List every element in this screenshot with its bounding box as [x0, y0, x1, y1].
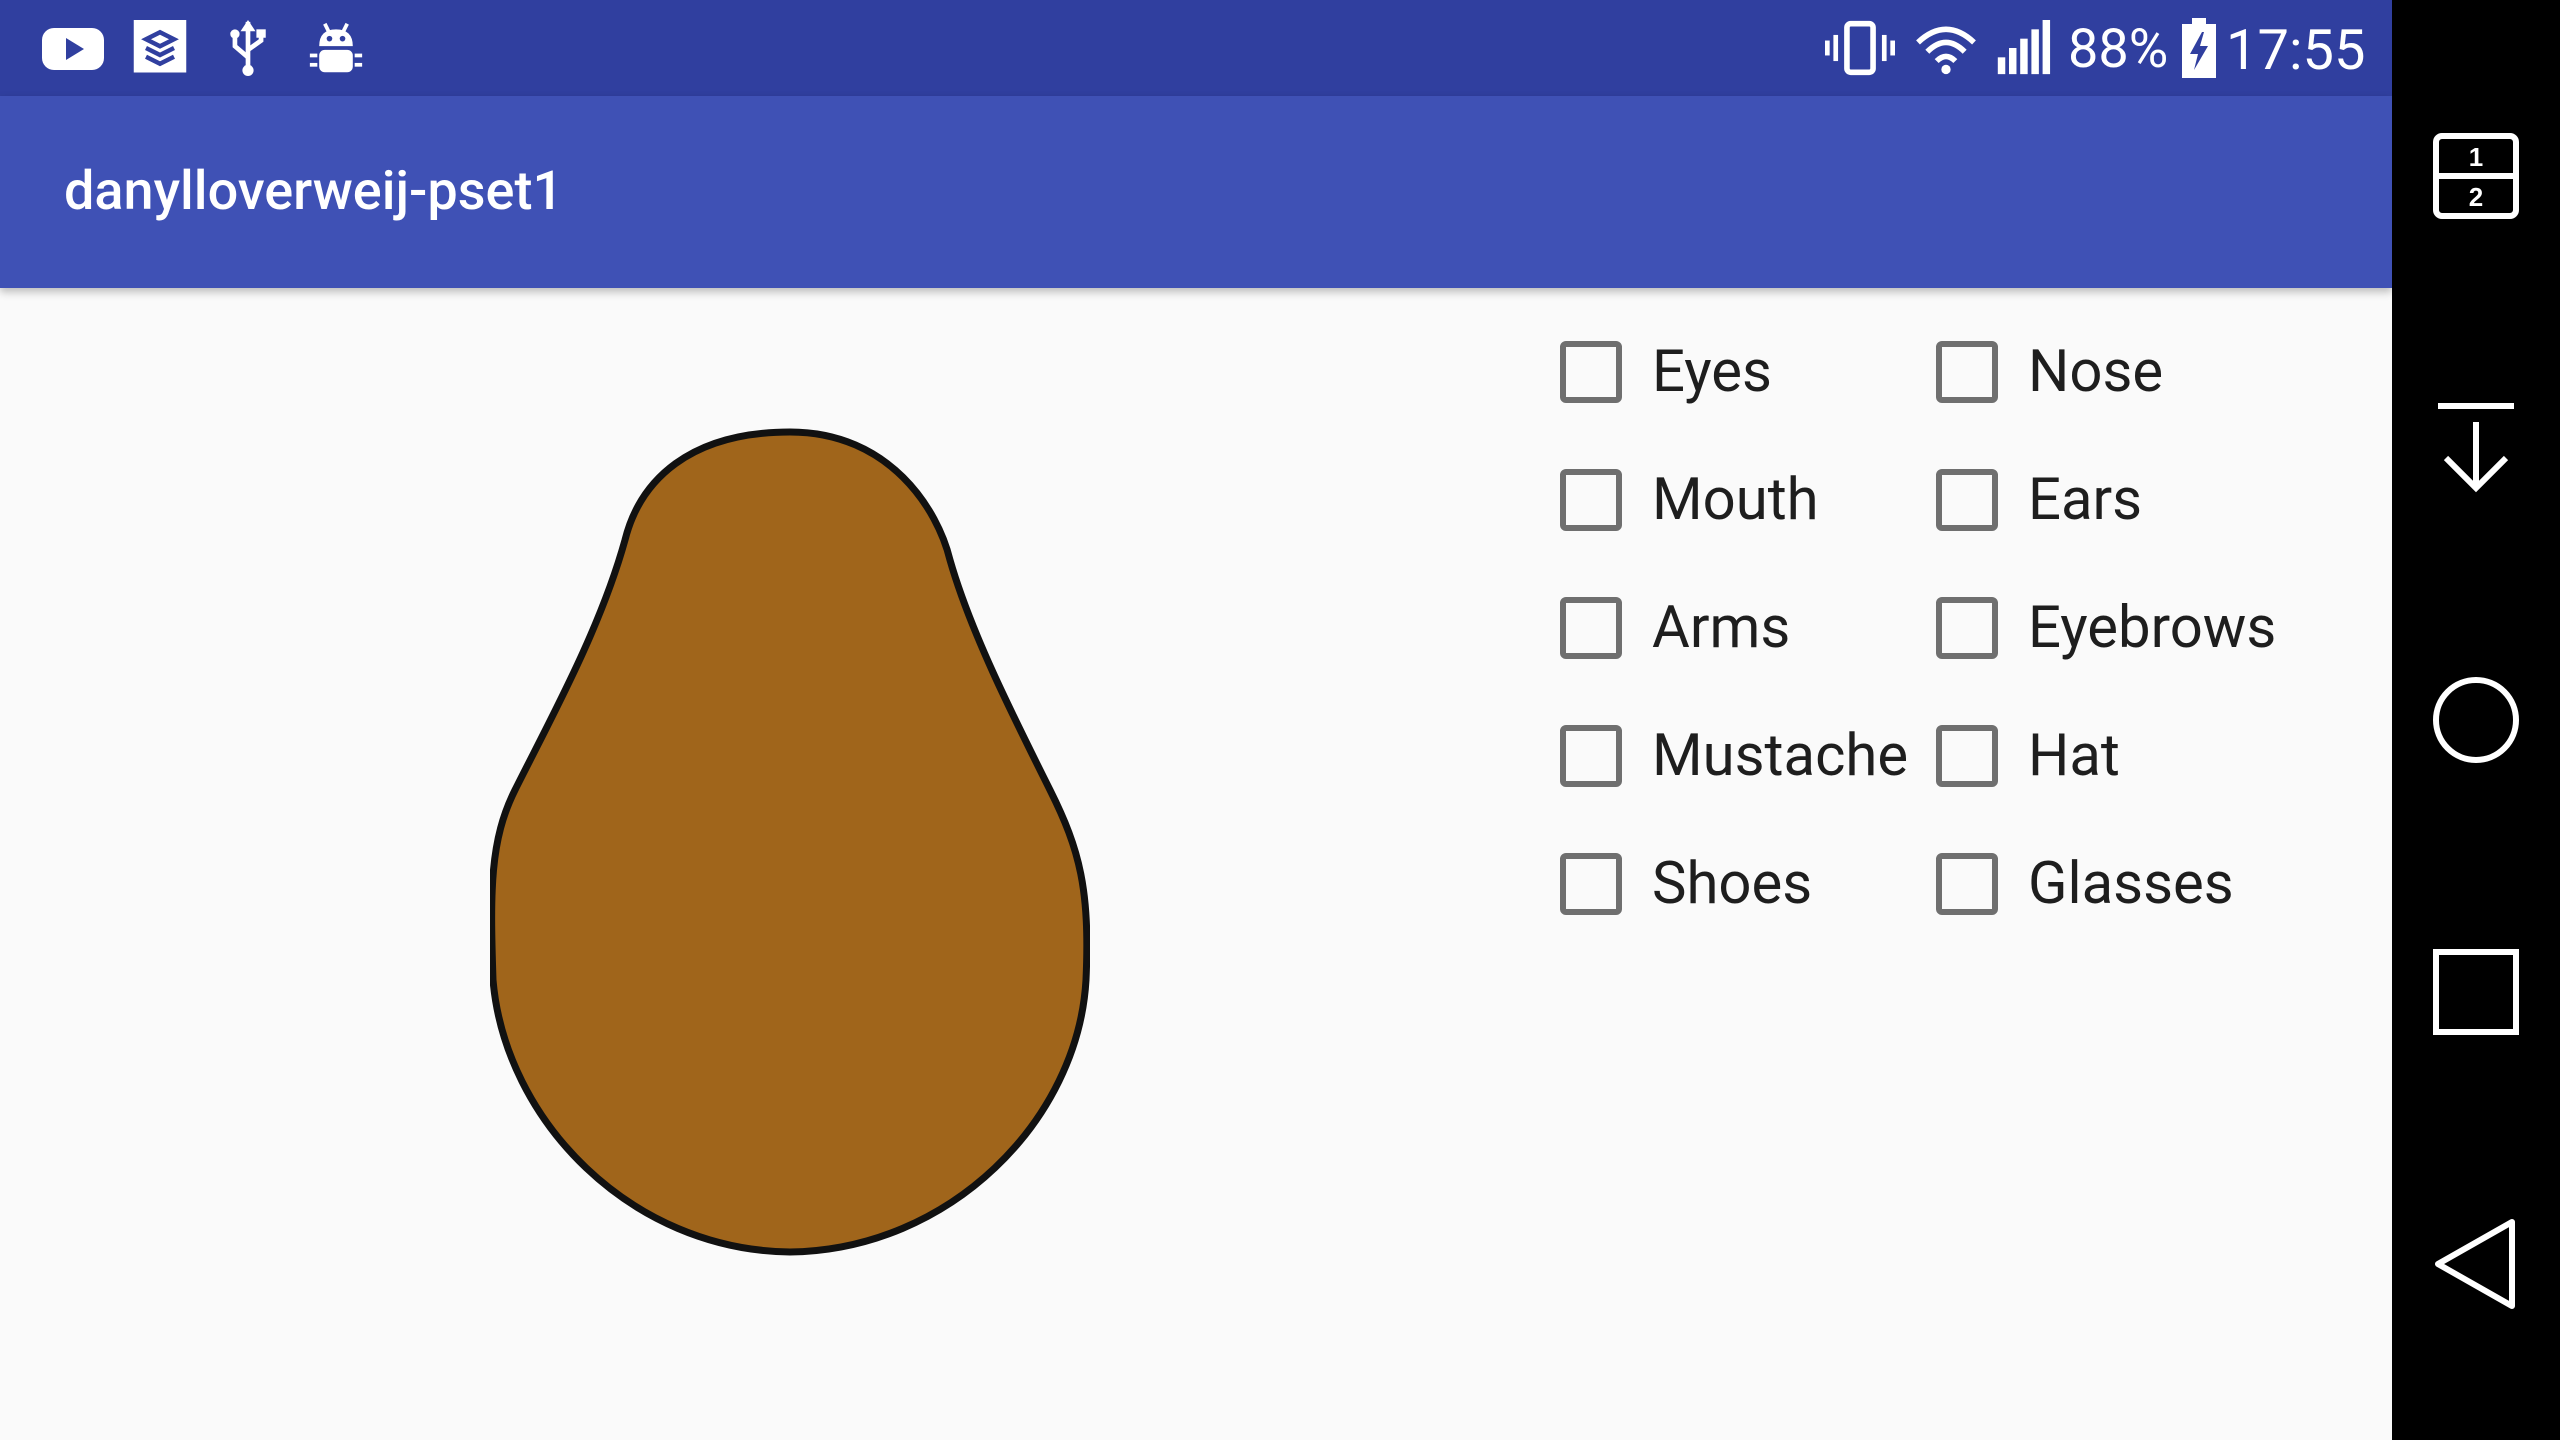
- workplace-app-icon: [133, 20, 187, 73]
- checkbox-eyebrows[interactable]: Eyebrows: [1928, 578, 2276, 678]
- checkbox-box[interactable]: [1936, 341, 1998, 403]
- checkbox-box[interactable]: [1936, 597, 1998, 659]
- checkbox-label: Shoes: [1652, 850, 1813, 918]
- checkbox-label: Eyes: [1652, 338, 1772, 406]
- checkbox-label: Nose: [2028, 338, 2164, 406]
- status-bar: 88% 17:55: [0, 0, 2392, 96]
- potato-body-image: [490, 428, 1090, 1256]
- split-label-1: 1: [2469, 142, 2483, 172]
- checkbox-shoes[interactable]: Shoes: [1552, 834, 1812, 934]
- checkbox-label: Eyebrows: [2028, 594, 2277, 662]
- checkbox-eyes[interactable]: Eyes: [1552, 322, 1772, 422]
- battery-percent: 88%: [2068, 18, 2169, 81]
- clock: 17:55: [2226, 17, 2366, 83]
- checkbox-label: Ears: [2028, 466, 2143, 534]
- app-screen: 88% 17:55 danylloverweij-pset1 Eyes Nose M…: [0, 0, 2392, 1440]
- checkbox-mouth[interactable]: Mouth: [1552, 450, 1819, 550]
- download-button[interactable]: [2392, 368, 2560, 528]
- download-icon: [2438, 403, 2514, 493]
- split-screen-icon: 1 2: [2433, 133, 2519, 219]
- home-icon: [2433, 677, 2519, 763]
- checkbox-label: Arms: [1652, 594, 1791, 662]
- cell-signal-icon: [1997, 20, 2051, 75]
- checkbox-box[interactable]: [1560, 853, 1622, 915]
- android-debug-icon: [309, 22, 363, 73]
- checkbox-hat[interactable]: Hat: [1928, 706, 2120, 806]
- checkbox-box[interactable]: [1936, 853, 1998, 915]
- app-bar: danylloverweij-pset1: [0, 96, 2392, 288]
- checkbox-label: Mouth: [1652, 466, 1819, 534]
- split-screen-button[interactable]: 1 2: [2392, 96, 2560, 256]
- checkbox-box[interactable]: [1560, 725, 1622, 787]
- checkbox-label: Mustache: [1652, 722, 1909, 790]
- back-icon: [2435, 1219, 2515, 1309]
- usb-icon: [230, 20, 266, 76]
- checkbox-glasses[interactable]: Glasses: [1928, 834, 2234, 934]
- checkbox-mustache[interactable]: Mustache: [1552, 706, 1908, 806]
- checkbox-box[interactable]: [1560, 341, 1622, 403]
- recents-icon: [2433, 949, 2519, 1035]
- checkbox-nose[interactable]: Nose: [1928, 322, 2163, 422]
- recents-button[interactable]: [2392, 912, 2560, 1072]
- app-title: danylloverweij-pset1: [64, 160, 564, 223]
- vibrate-icon: [1825, 20, 1895, 76]
- split-label-2: 2: [2469, 182, 2483, 212]
- checkbox-box[interactable]: [1936, 725, 1998, 787]
- checkbox-label: Hat: [2028, 722, 2120, 790]
- home-button[interactable]: [2392, 640, 2560, 800]
- youtube-icon: [42, 28, 104, 70]
- checkbox-arms[interactable]: Arms: [1552, 578, 1790, 678]
- checkbox-label: Glasses: [2028, 850, 2234, 918]
- battery-charging-icon: [2182, 18, 2216, 78]
- checkbox-box[interactable]: [1936, 469, 1998, 531]
- checkbox-box[interactable]: [1560, 597, 1622, 659]
- navigation-bar: 1 2: [2392, 0, 2560, 1440]
- back-button[interactable]: [2392, 1184, 2560, 1344]
- wifi-icon: [1916, 26, 1976, 75]
- checkbox-box[interactable]: [1560, 469, 1622, 531]
- checkbox-ears[interactable]: Ears: [1928, 450, 2142, 550]
